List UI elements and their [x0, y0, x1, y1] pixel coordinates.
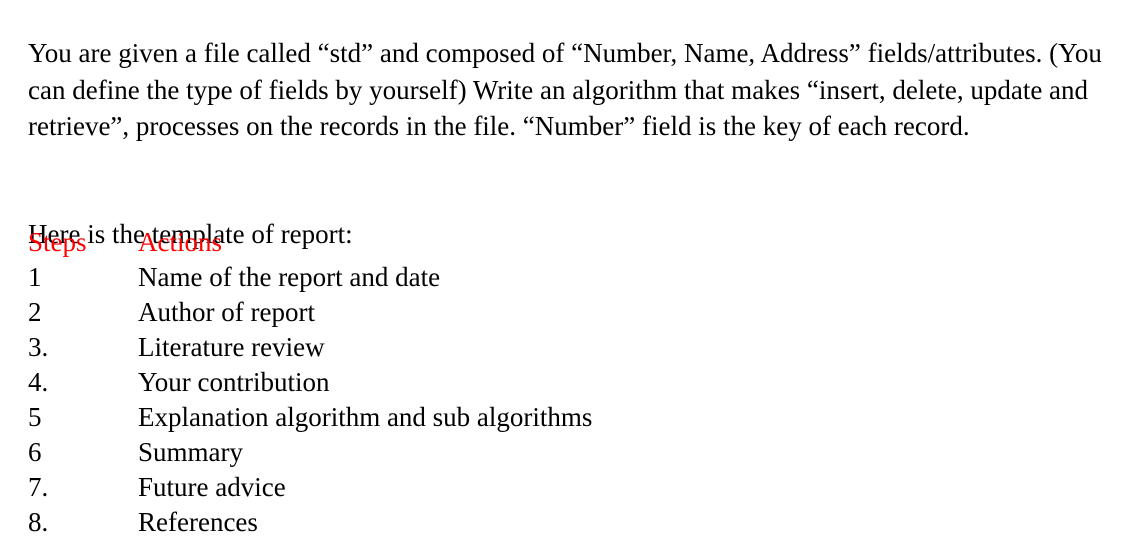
step-number: 7. [28, 472, 49, 502]
step-number: 4. [28, 367, 49, 397]
table-header-steps: Steps [28, 227, 87, 257]
table-row: 6 Summary [28, 435, 728, 470]
table-header-actions: Actions [138, 227, 222, 257]
table-header-row: Steps Actions [28, 225, 728, 260]
step-action: Future advice [138, 472, 286, 502]
document-page: You are given a file called “std” and co… [0, 0, 1146, 537]
assignment-prompt-paragraph: You are given a file called “std” and co… [28, 38, 1102, 141]
step-action: Name of the report and date [138, 262, 441, 292]
table-row: 4. Your contribution [28, 365, 728, 400]
report-template-table: Steps Actions 1 Name of the report and d… [28, 225, 728, 540]
table-row: 7. Future advice [28, 470, 728, 505]
step-number: 3. [28, 332, 49, 362]
step-action: Explanation algorithm and sub algorithms [138, 402, 593, 432]
step-action: Your contribution [138, 367, 330, 397]
step-action: Summary [138, 437, 243, 467]
step-number: 1 [28, 262, 42, 292]
step-number: 8. [28, 507, 49, 537]
table-row: 3. Literature review [28, 330, 728, 365]
step-number: 6 [28, 437, 42, 467]
step-action: Literature review [138, 332, 325, 362]
table-row: 8. References [28, 505, 728, 540]
step-action: Author of report [138, 297, 315, 327]
report-template-table-body: Steps Actions 1 Name of the report and d… [28, 225, 728, 540]
table-row: 1 Name of the report and date [28, 260, 728, 295]
table-row: 2 Author of report [28, 295, 728, 330]
step-action: References [138, 507, 258, 537]
table-row: 5 Explanation algorithm and sub algorith… [28, 400, 728, 435]
step-number: 5 [28, 402, 42, 432]
step-number: 2 [28, 297, 42, 327]
